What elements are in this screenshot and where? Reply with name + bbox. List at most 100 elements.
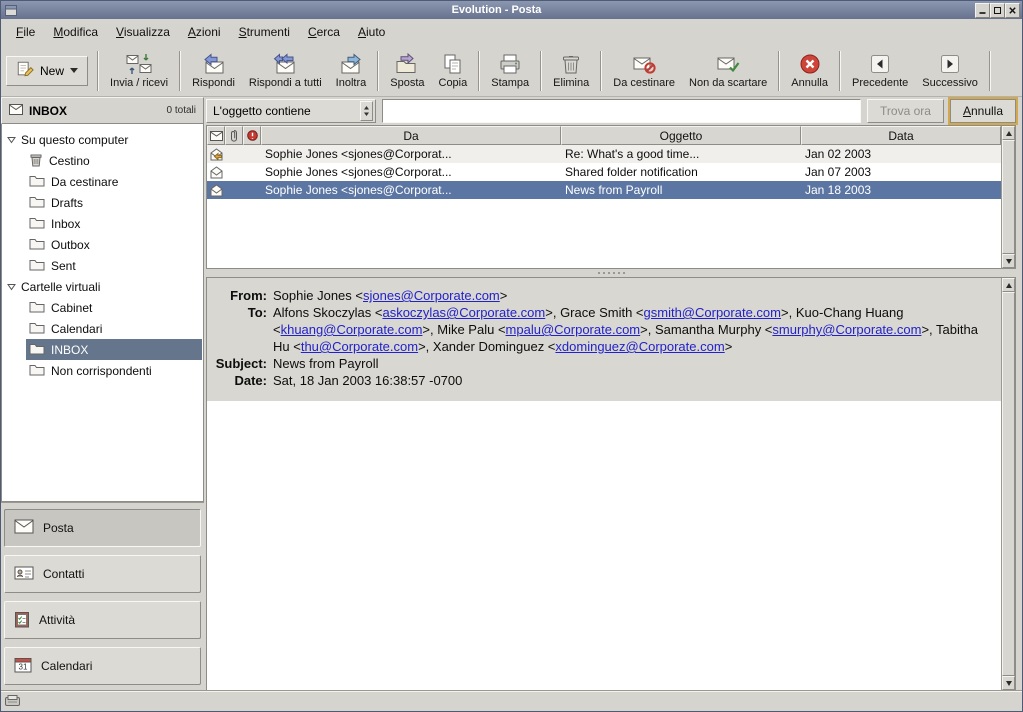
folder-item-calendari[interactable]: Calendari [26,318,203,339]
toolbar-separator [97,51,99,91]
recipient-email-link[interactable]: mpalu@Corporate.com [506,322,641,337]
message-from: Sophie Jones <sjones@Corporat... [261,147,561,161]
message-row[interactable]: Sophie Jones <sjones@Corporat... Re: Wha… [207,145,1001,163]
recipient-email-link[interactable]: xdominguez@Corporate.com [555,339,724,354]
preview-scrollbar[interactable] [1001,278,1015,690]
column-header-da[interactable]: Da [261,126,561,145]
new-button-label: New [40,64,64,78]
print-button[interactable]: Stampa [484,47,536,95]
menu-cerca[interactable]: Cerca [299,21,349,43]
switcher-contatti[interactable]: Contatti [4,555,201,593]
scroll-down-icon[interactable] [1002,676,1015,690]
minimize-button[interactable] [975,3,990,18]
date-value: Sat, 18 Jan 2003 16:38:57 -0700 [273,372,991,389]
switcher-label: Calendari [41,659,92,673]
scroll-up-icon[interactable] [1002,278,1015,292]
message-row[interactable]: Sophie Jones <sjones@Corporat... Shared … [207,163,1001,181]
scroll-up-icon[interactable] [1002,126,1015,140]
scroll-down-icon[interactable] [1002,254,1015,268]
reply-button[interactable]: Rispondi [185,47,242,95]
junk-button[interactable]: Da cestinare [606,47,682,95]
toolbar-label: Successivo [922,77,978,89]
menu-file[interactable]: File [7,21,44,43]
from-email-link[interactable]: sjones@Corporate.com [363,288,500,303]
reply-all-button[interactable]: Rispondi a tutti [242,47,329,95]
window-title: Evolution - Posta [18,1,975,19]
message-list-scrollbar[interactable] [1001,126,1015,268]
folder-item-cabinet[interactable]: Cabinet [26,297,203,318]
column-header-oggetto[interactable]: Oggetto [561,126,801,145]
folder-label: INBOX [51,343,88,357]
priority-column-header[interactable] [243,126,261,145]
new-button[interactable]: New [6,56,88,86]
folder-item-sent[interactable]: Sent [26,255,203,276]
from-name: Sophie Jones [273,288,352,303]
previous-button[interactable]: Precedente [845,47,915,95]
calendar-icon: 31 [14,656,32,676]
recipient-email-link[interactable]: khuang@Corporate.com [281,322,423,337]
inbox-icon [9,102,23,120]
folder-item-drafts[interactable]: Drafts [26,192,203,213]
menu-aiuto[interactable]: Aiuto [349,21,394,43]
scrollbar-thumb[interactable] [1002,292,1015,676]
close-button[interactable] [1005,3,1020,18]
message-subject: Shared folder notification [561,165,801,179]
folder-title-bar[interactable]: INBOX 0 totali [1,97,204,124]
toolbar-label: Stampa [491,77,529,89]
maximize-button[interactable] [990,3,1005,18]
expander-icon[interactable] [7,133,16,147]
switcher-calendari[interactable]: 31 Calendari [4,647,201,685]
copy-button[interactable]: Copia [432,47,475,95]
title-bar[interactable]: Evolution - Posta [1,1,1022,19]
next-button[interactable]: Successivo [915,47,985,95]
tree-group-local[interactable]: Su questo computer [2,129,203,150]
message-from: Sophie Jones <sjones@Corporat... [261,183,561,197]
recipient-email-link[interactable]: smurphy@Corporate.com [772,322,921,337]
current-folder-name: INBOX [29,104,161,118]
message-row-selected[interactable]: Sophie Jones <sjones@Corporat... News fr… [207,181,1001,199]
folder-item-da-cestinare[interactable]: Da cestinare [26,171,203,192]
cancel-button[interactable]: Annulla [784,47,835,95]
expander-icon[interactable] [7,280,16,294]
delete-button[interactable]: Elimina [546,47,596,95]
menu-visualizza[interactable]: Visualizza [107,21,179,43]
main-area: INBOX 0 totali Su questo computer Cestin… [1,97,1022,691]
menu-modifica[interactable]: Modifica [44,21,107,43]
mail-icon [14,519,34,537]
evolution-window: Evolution - Posta File Modifica Visualiz… [0,0,1023,712]
scrollbar-thumb[interactable] [1002,140,1015,254]
read-icon [209,184,224,197]
column-header-data[interactable]: Data [801,126,1001,145]
priority-icon [247,130,258,141]
forward-button[interactable]: Inoltra [329,47,374,95]
switcher-attivita[interactable]: Attività [4,601,201,639]
menu-strumenti[interactable]: Strumenti [230,21,299,43]
tree-group-virtual[interactable]: Cartelle virtuali [2,276,203,297]
folder-item-inbox-virtual[interactable]: INBOX [26,339,202,360]
search-input[interactable] [382,99,861,123]
switcher-posta[interactable]: Posta [4,509,201,547]
recipient-email-link[interactable]: thu@Corporate.com [301,339,418,354]
read-icon [209,166,224,179]
search-criteria-dropdown[interactable]: L'oggetto contiene [206,99,376,123]
window-menu-icon[interactable] [3,3,18,18]
menu-azioni[interactable]: Azioni [179,21,230,43]
find-now-button[interactable]: Trova ora [867,99,944,123]
folder-item-outbox[interactable]: Outbox [26,234,203,255]
recipient-email-link[interactable]: askoczylas@Corporate.com [382,305,545,320]
clear-search-button[interactable]: Annulla [950,99,1016,123]
message-status-column-header[interactable] [207,126,225,145]
folder-item-cestino[interactable]: Cestino [26,150,203,171]
toolbar-label: Invia / ricevi [110,77,168,89]
message-from: Sophie Jones <sjones@Corporat... [261,165,561,179]
pane-splitter[interactable] [206,269,1016,277]
folder-item-non-corrispondenti[interactable]: Non corrispondenti [26,360,203,381]
move-button[interactable]: Sposta [383,47,431,95]
recipient-email-link[interactable]: gsmith@Corporate.com [644,305,781,320]
copy-icon [442,53,464,75]
send-receive-button[interactable]: Invia / ricevi [103,47,175,95]
not-junk-button[interactable]: Non da scartare [682,47,774,95]
attachment-column-header[interactable] [225,126,243,145]
folder-item-inbox[interactable]: Inbox [26,213,203,234]
toolbar-label: Da cestinare [613,77,675,89]
